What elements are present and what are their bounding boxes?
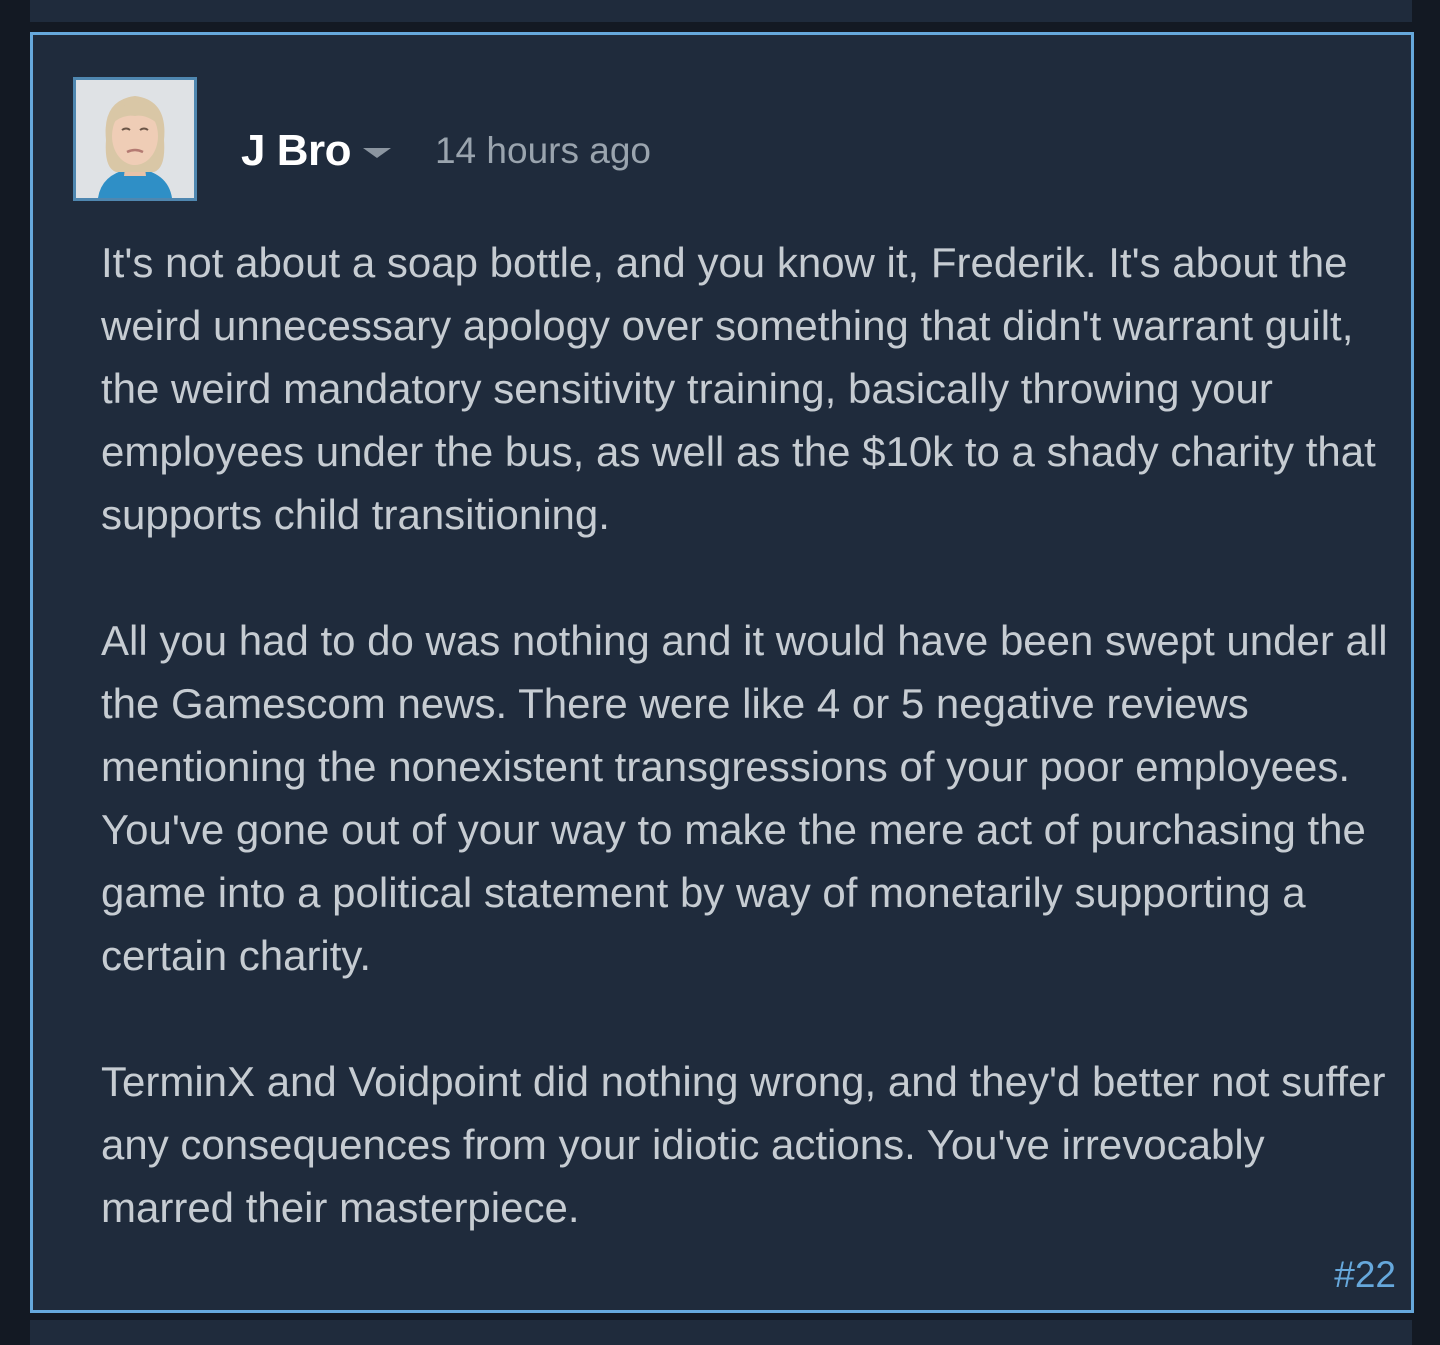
chevron-down-icon[interactable]: [362, 148, 391, 158]
avatar[interactable]: [73, 77, 197, 201]
user-avatar-image: [76, 80, 194, 198]
comment-timestamp[interactable]: 14 hours ago: [435, 130, 651, 172]
comment-card: J Bro 14 hours ago It's not about a soap…: [30, 32, 1414, 1313]
post-number-link[interactable]: #22: [1334, 1254, 1396, 1296]
comment-paragraph-3: TerminX and Voidpoint did nothing wrong,…: [101, 1058, 1386, 1231]
author-name[interactable]: J Bro: [241, 126, 351, 176]
comment-header: J Bro 14 hours ago: [241, 123, 651, 179]
comment-paragraph-1: It's not about a soap bottle, and you kn…: [101, 239, 1376, 538]
previous-comment-card: [30, 0, 1412, 22]
comment-body: It's not about a soap bottle, and you kn…: [101, 231, 1391, 1239]
next-comment-card: [30, 1320, 1412, 1345]
comment-paragraph-2: All you had to do was nothing and it wou…: [101, 617, 1388, 979]
